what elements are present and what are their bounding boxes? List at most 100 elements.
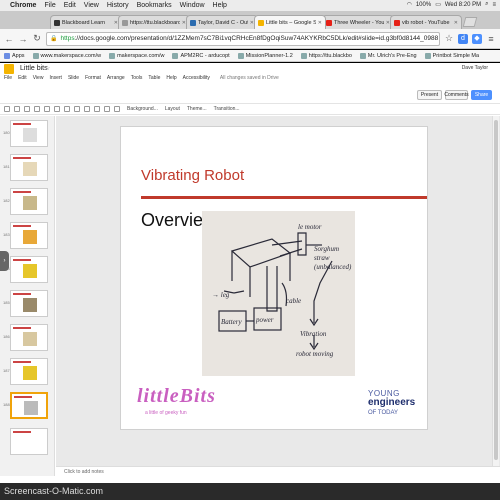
search-icon[interactable]: ⌕ xyxy=(485,1,488,8)
apps-icon xyxy=(4,52,10,59)
bookmark-item[interactable]: APM2RC - arducopt xyxy=(172,52,230,59)
slide-title[interactable]: Vibrating Robot xyxy=(141,167,244,184)
menu-accessibility[interactable]: Accessibility xyxy=(183,75,210,81)
vertical-scrollbar[interactable] xyxy=(492,116,499,466)
print-icon[interactable] xyxy=(34,106,40,112)
wifi-icon[interactable]: ◠ xyxy=(407,1,412,8)
close-icon[interactable]: ✕ xyxy=(318,20,322,26)
forward-icon[interactable]: → xyxy=(18,34,28,44)
menu-edit[interactable]: Edit xyxy=(18,75,27,81)
slide-thumbnail[interactable] xyxy=(10,324,48,351)
menu-history[interactable]: History xyxy=(107,2,129,9)
slide-thumbnail[interactable] xyxy=(10,154,48,181)
lock-icon: 🔒 xyxy=(50,36,58,42)
layout-button[interactable]: Layout xyxy=(165,106,180,112)
menu-file[interactable]: File xyxy=(4,75,12,81)
menu-arrange[interactable]: Arrange xyxy=(107,75,125,81)
slide-thumbnail-active[interactable] xyxy=(10,392,48,419)
slide-thumbnail[interactable] xyxy=(10,428,48,455)
paint-format-icon[interactable] xyxy=(44,106,50,112)
tab-vib-robot-youtube[interactable]: vib robot - YouTube ✕ xyxy=(390,15,462,29)
bookmark-item[interactable]: www.makerspace.com/w xyxy=(32,52,101,59)
menu-chrome[interactable]: Chrome xyxy=(10,2,36,9)
address-bar[interactable]: 🔒 https ://docs.google.com/presentation/… xyxy=(46,31,440,46)
reload-icon[interactable]: ↻ xyxy=(32,33,42,44)
new-slide-icon[interactable] xyxy=(4,106,10,112)
speaker-notes[interactable]: Click to add notes xyxy=(56,466,500,476)
text-box-icon[interactable] xyxy=(74,106,80,112)
menu-view[interactable]: View xyxy=(33,75,44,81)
menu-bookmarks[interactable]: Bookmarks xyxy=(137,2,172,9)
share-button[interactable]: Share xyxy=(471,90,492,100)
menu-view[interactable]: View xyxy=(84,2,99,9)
theme-button[interactable]: Theme... xyxy=(187,106,207,112)
present-button[interactable]: Present xyxy=(417,90,442,100)
list-icon[interactable]: ≡ xyxy=(492,2,496,8)
slide-thumbnail[interactable] xyxy=(10,290,48,317)
outlook-icon xyxy=(190,19,196,26)
svg-text:Vibration: Vibration xyxy=(300,330,327,338)
bookmark-item[interactable]: https://ttu.blackbo xyxy=(300,52,352,59)
tab-outlook[interactable]: Taylor, David C - Outlook ✕ xyxy=(186,15,258,29)
svg-text:cable: cable xyxy=(286,297,301,305)
tab-little-bits-slides[interactable]: Little bits – Google Slides ✕ xyxy=(254,15,326,29)
menu-file[interactable]: File xyxy=(44,2,55,9)
select-icon[interactable] xyxy=(64,106,70,112)
svg-text:(unbalanced): (unbalanced) xyxy=(314,263,352,271)
battery-icon[interactable]: ▭ xyxy=(435,1,441,8)
bookmark-item[interactable]: MissionPlanner-1.2 xyxy=(237,52,293,59)
menu-help[interactable]: Help xyxy=(213,2,227,9)
document-title[interactable]: Little bits xyxy=(20,65,48,72)
menu-help[interactable]: Help xyxy=(166,75,176,81)
menu-slide[interactable]: Slide xyxy=(68,75,79,81)
slide-canvas[interactable]: Vibrating Robot Overview le motor Sorghu… xyxy=(56,116,500,466)
slide-thumbnail[interactable] xyxy=(10,358,48,385)
menu-table[interactable]: Table xyxy=(148,75,160,81)
drive-extension-icon[interactable]: d xyxy=(458,33,468,44)
bookmark-apps[interactable]: Apps xyxy=(4,52,25,59)
bookmark-item[interactable]: Mr. Ulrich's Pre-Eng xyxy=(359,52,417,59)
young-engineers-logo-line2: engineers xyxy=(368,397,416,408)
comment-icon[interactable] xyxy=(114,106,120,112)
extension-icon[interactable]: ◆ xyxy=(472,33,482,44)
star-icon[interactable]: ☆ xyxy=(444,33,454,44)
bookmark-item[interactable]: Printbot Simple Ma xyxy=(424,52,479,59)
close-icon[interactable]: ✕ xyxy=(454,20,458,26)
user-name[interactable]: Dave Taylor xyxy=(462,65,488,71)
tab-ttu-blackboard[interactable]: https://ttu.blackboard ✕ xyxy=(118,15,190,29)
line-icon[interactable] xyxy=(104,106,110,112)
slide-thumbnail[interactable] xyxy=(10,256,48,283)
undo-icon[interactable] xyxy=(14,106,20,112)
tab-title: Three Wheeler - YouTube xyxy=(334,19,384,26)
redo-icon[interactable] xyxy=(24,106,30,112)
image-icon[interactable] xyxy=(84,106,90,112)
slide-filmstrip[interactable]: 180 181 182 183 184 185 186 187 188 xyxy=(0,116,55,476)
transition-button[interactable]: Transition... xyxy=(214,106,240,112)
tab-three-wheeler-youtube[interactable]: Three Wheeler - YouTube ✕ xyxy=(322,15,394,29)
menu-icon[interactable]: ≡ xyxy=(486,34,496,44)
collapse-handle-icon[interactable]: › xyxy=(0,251,9,271)
back-icon[interactable]: ← xyxy=(4,34,14,44)
tab-blackboard[interactable]: Blackboard Learn ✕ xyxy=(50,15,122,29)
menu-edit[interactable]: Edit xyxy=(64,2,76,9)
bookmark-item[interactable]: makerspace.com/w xyxy=(109,52,164,59)
new-tab-button[interactable] xyxy=(462,17,478,27)
comments-button[interactable]: Comments xyxy=(444,90,469,100)
clock[interactable]: Wed 8:20 PM xyxy=(445,2,481,8)
slide-thumbnail[interactable] xyxy=(10,120,48,147)
slides-logo-icon[interactable] xyxy=(4,64,14,74)
zoom-icon[interactable] xyxy=(54,106,60,112)
slide-thumbnail[interactable] xyxy=(10,222,48,249)
menu-window[interactable]: Window xyxy=(180,2,205,9)
menu-format[interactable]: Format xyxy=(85,75,101,81)
shape-icon[interactable] xyxy=(94,106,100,112)
background-button[interactable]: Background... xyxy=(127,106,158,112)
url-scheme: https xyxy=(60,35,75,42)
sketch-photo[interactable]: le motor Sorghum straw (unbalanced) → le… xyxy=(202,211,355,376)
menu-tools[interactable]: Tools xyxy=(131,75,143,81)
current-slide[interactable]: Vibrating Robot Overview le motor Sorghu… xyxy=(120,126,428,430)
slide-thumbnail[interactable] xyxy=(10,188,48,215)
star-icon[interactable]: ☆ xyxy=(45,65,50,72)
scrollbar-thumb[interactable] xyxy=(494,120,498,460)
menu-insert[interactable]: Insert xyxy=(49,75,62,81)
